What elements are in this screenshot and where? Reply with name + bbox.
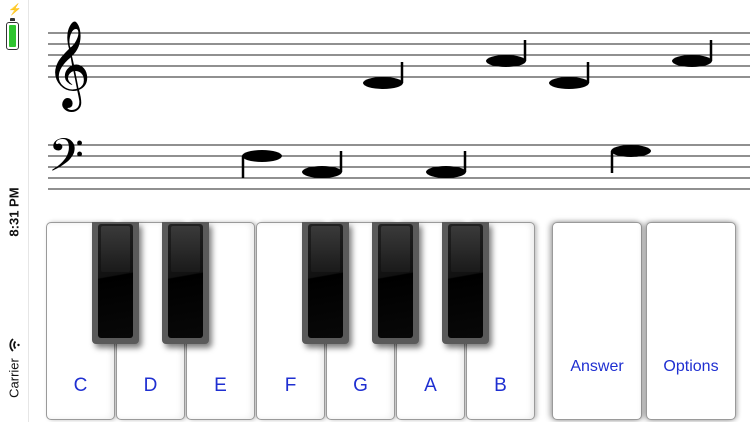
note [241, 150, 282, 178]
black-key-f-sharp[interactable] [302, 222, 349, 344]
answer-label: Answer [570, 358, 624, 375]
treble-clef-icon: 𝄞 [46, 19, 91, 112]
music-staves: 𝄞 𝄢 [46, 19, 750, 194]
key-label: C [73, 375, 88, 396]
piano-keyboard: C D E F G A B [46, 222, 540, 420]
black-key-d-sharp[interactable] [162, 222, 209, 344]
key-label: B [494, 375, 507, 396]
status-carrier: Carrier [6, 358, 22, 398]
black-key-c-sharp[interactable] [92, 222, 139, 344]
key-label: A [424, 375, 437, 396]
treble-staff [48, 32, 750, 78]
black-key-g-sharp[interactable] [372, 222, 419, 344]
key-label: F [284, 375, 297, 396]
wifi-icon [9, 338, 20, 352]
note [426, 151, 467, 178]
key-label: G [353, 375, 368, 396]
note [302, 151, 343, 178]
options-label: Options [663, 358, 719, 375]
key-label: D [143, 375, 158, 396]
note [610, 145, 651, 173]
options-button[interactable]: Options [646, 222, 736, 420]
answer-button[interactable]: Answer [552, 222, 642, 420]
black-key-a-sharp[interactable] [442, 222, 489, 344]
bass-clef-icon: 𝄢 [48, 129, 84, 194]
key-label: E [214, 375, 227, 396]
